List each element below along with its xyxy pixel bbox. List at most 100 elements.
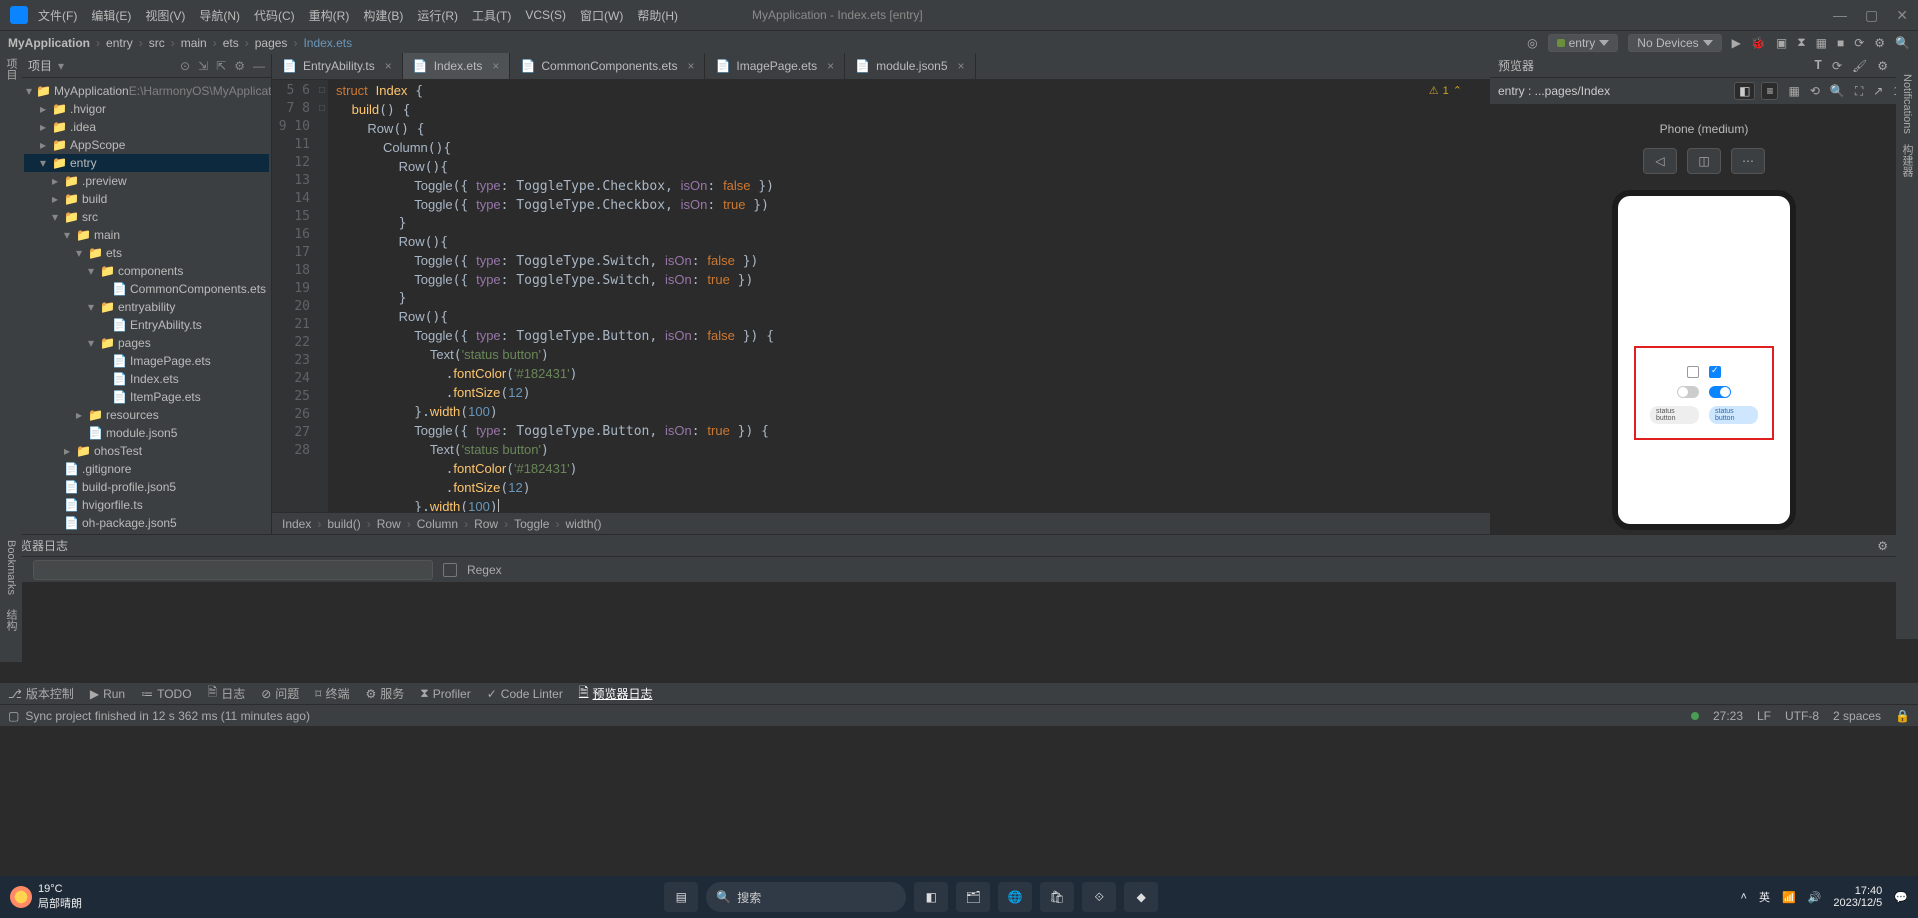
tree-item[interactable]: ▾📁MyApplication E:\HarmonyOS\MyApplicati… [24,82,269,100]
code-editor[interactable]: struct Index { build() { Row() { Column(… [328,80,1490,512]
tree-item[interactable]: ▾📁ets [24,244,269,262]
export-icon[interactable]: ↗ [1873,84,1883,98]
crumb-pages[interactable]: pages [255,36,288,50]
project-view-dropdown[interactable]: ▾ [58,59,64,73]
close-button[interactable]: ✕ [1896,7,1908,24]
bc-row[interactable]: Row [377,517,401,531]
run-config-selector[interactable]: entry [1548,34,1619,52]
debug-button[interactable]: 🐞 [1751,36,1766,50]
tool-log[interactable]: 🗎日志 [208,683,246,704]
vscode-icon[interactable]: ⟐ [1082,882,1116,912]
tree-item[interactable]: 📄.gitignore [24,460,269,478]
close-icon[interactable]: × [958,59,965,73]
menu-run[interactable]: 运行(R) [417,7,458,24]
bc-row2[interactable]: Row [474,517,498,531]
menu-tools[interactable]: 工具(T) [472,7,511,24]
tool-todo[interactable]: ≔TODO [141,687,191,701]
layers-icon[interactable]: ≡ [1761,82,1778,100]
rotate-icon[interactable]: ⟲ [1810,84,1820,98]
tray-chevron-icon[interactable]: ˄ [1741,891,1747,903]
toggle-button-on[interactable]: status button [1709,406,1758,424]
clock-date[interactable]: 2023/12/5 [1833,897,1882,909]
crumb-project[interactable]: MyApplication [8,36,90,50]
collapse-all-icon[interactable]: ⇱ [216,59,226,73]
stop-button[interactable]: ■ [1837,36,1844,50]
project-tree[interactable]: ▾📁MyApplication E:\HarmonyOS\MyApplicati… [22,78,271,534]
menu-build[interactable]: 构建(B) [363,7,403,24]
grid-icon[interactable]: ▦ [1788,84,1799,98]
rail-project[interactable]: 项目 [3,58,19,80]
weather-widget[interactable]: 19°C局部晴朗 [10,883,82,911]
menu-window[interactable]: 窗口(W) [580,7,623,24]
edge-icon[interactable]: 🌐 [998,882,1032,912]
bc-column[interactable]: Column [417,517,458,531]
tree-item[interactable]: ▸📁build [24,190,269,208]
tree-item[interactable]: ▸📁.preview [24,172,269,190]
bc-toggle[interactable]: Toggle [514,517,549,531]
tree-item[interactable]: ▸📁.hvigor [24,100,269,118]
tree-item[interactable]: ▸📁AppScope [24,136,269,154]
crumb-entry[interactable]: entry [106,36,133,50]
tool-terminal[interactable]: ⌑终端 [315,685,349,702]
editor-tab[interactable]: 📄module.json5× [845,53,975,79]
select-opened-icon[interactable]: ⊙ [180,59,190,73]
close-icon[interactable]: × [687,59,694,73]
bc-width[interactable]: width() [565,517,601,531]
tree-item[interactable]: 📄EntryAbility.ts [24,316,269,334]
tree-item[interactable]: 📄Index.ets [24,370,269,388]
panel-settings-icon[interactable]: ⚙ [234,59,245,73]
explorer-icon[interactable]: 🗂 [956,882,990,912]
tree-item[interactable]: ▸📁resources [24,406,269,424]
inspection-summary[interactable]: ⚠1⌃ [1429,84,1462,97]
editor-tab[interactable]: 📄Index.ets× [403,53,511,79]
expand-all-icon[interactable]: ⇲ [198,59,208,73]
coverage-button[interactable]: ▣ [1776,36,1787,50]
preview-settings-icon[interactable]: ⚙ [1877,59,1888,73]
tree-item[interactable]: 📄build-profile.json5 [24,478,269,496]
fullscreen-icon[interactable]: ⛶ [1855,84,1863,99]
crumb-main[interactable]: main [181,36,207,50]
menu-file[interactable]: 文件(F) [38,7,77,24]
notifications-icon[interactable]: 💬 [1894,891,1908,904]
deveco-icon[interactable]: ◆ [1124,882,1158,912]
bc-build[interactable]: build() [327,517,360,531]
rail-notifications[interactable]: Notifications [1901,74,1913,134]
file-encoding[interactable]: UTF-8 [1785,709,1819,723]
tree-item[interactable]: ▾📁pages [24,334,269,352]
maximize-button[interactable]: ▢ [1865,7,1878,24]
tree-item[interactable]: ▾📁entryability [24,298,269,316]
menu-vcs[interactable]: VCS(S) [525,8,566,22]
tree-item[interactable]: 📄hvigorfile.ts [24,496,269,514]
menu-edit[interactable]: 编辑(E) [91,7,131,24]
taskbar-search[interactable]: 🔍搜索 [706,882,906,912]
menu-code[interactable]: 代码(C) [254,7,295,24]
console-settings-icon[interactable]: ⚙ [1877,539,1888,553]
tree-item[interactable]: 📄oh-package.json5 [24,514,269,532]
profiler-button[interactable]: ⧗ [1797,35,1805,50]
minimize-button[interactable]: — [1833,7,1847,24]
refresh-icon[interactable]: ⟳ [1832,59,1842,73]
tree-item[interactable]: ▸📁.idea [24,118,269,136]
line-gutter[interactable]: 5 6 7 8 9 10 11 12 13 14 15 16 17 18 19 … [272,80,316,512]
tool-previewlog[interactable]: 🗎预览器日志 [579,683,653,704]
close-icon[interactable]: × [385,59,392,73]
crumb-src[interactable]: src [149,36,165,50]
menu-navigate[interactable]: 导航(N) [199,7,240,24]
volume-icon[interactable]: 🔊 [1808,891,1822,904]
tool-services[interactable]: ⚙服务 [365,685,404,702]
tree-item[interactable]: 📄ImagePage.ets [24,352,269,370]
zoom-icon[interactable]: 🔍 [1830,84,1845,98]
toggle-button-off[interactable]: status button [1650,406,1699,424]
tool-version-control[interactable]: ⎇版本控制 [8,685,74,702]
start-button[interactable]: ▤ [664,882,698,912]
fold-gutter[interactable]: □ □ [316,80,328,512]
ime-indicator[interactable]: 英 [1759,889,1770,905]
filter-input[interactable] [33,560,433,580]
target-icon[interactable]: ◎ [1527,36,1537,50]
rail-build[interactable]: 构建器 [1899,144,1915,177]
split-button[interactable]: ◫ [1687,148,1721,174]
panel-hide-icon[interactable]: — [253,59,265,73]
brush-icon[interactable]: 🖌 [1852,59,1867,73]
editor-tab[interactable]: 📄CommonComponents.ets× [510,53,705,79]
editor-tab[interactable]: 📄EntryAbility.ts× [272,53,403,79]
